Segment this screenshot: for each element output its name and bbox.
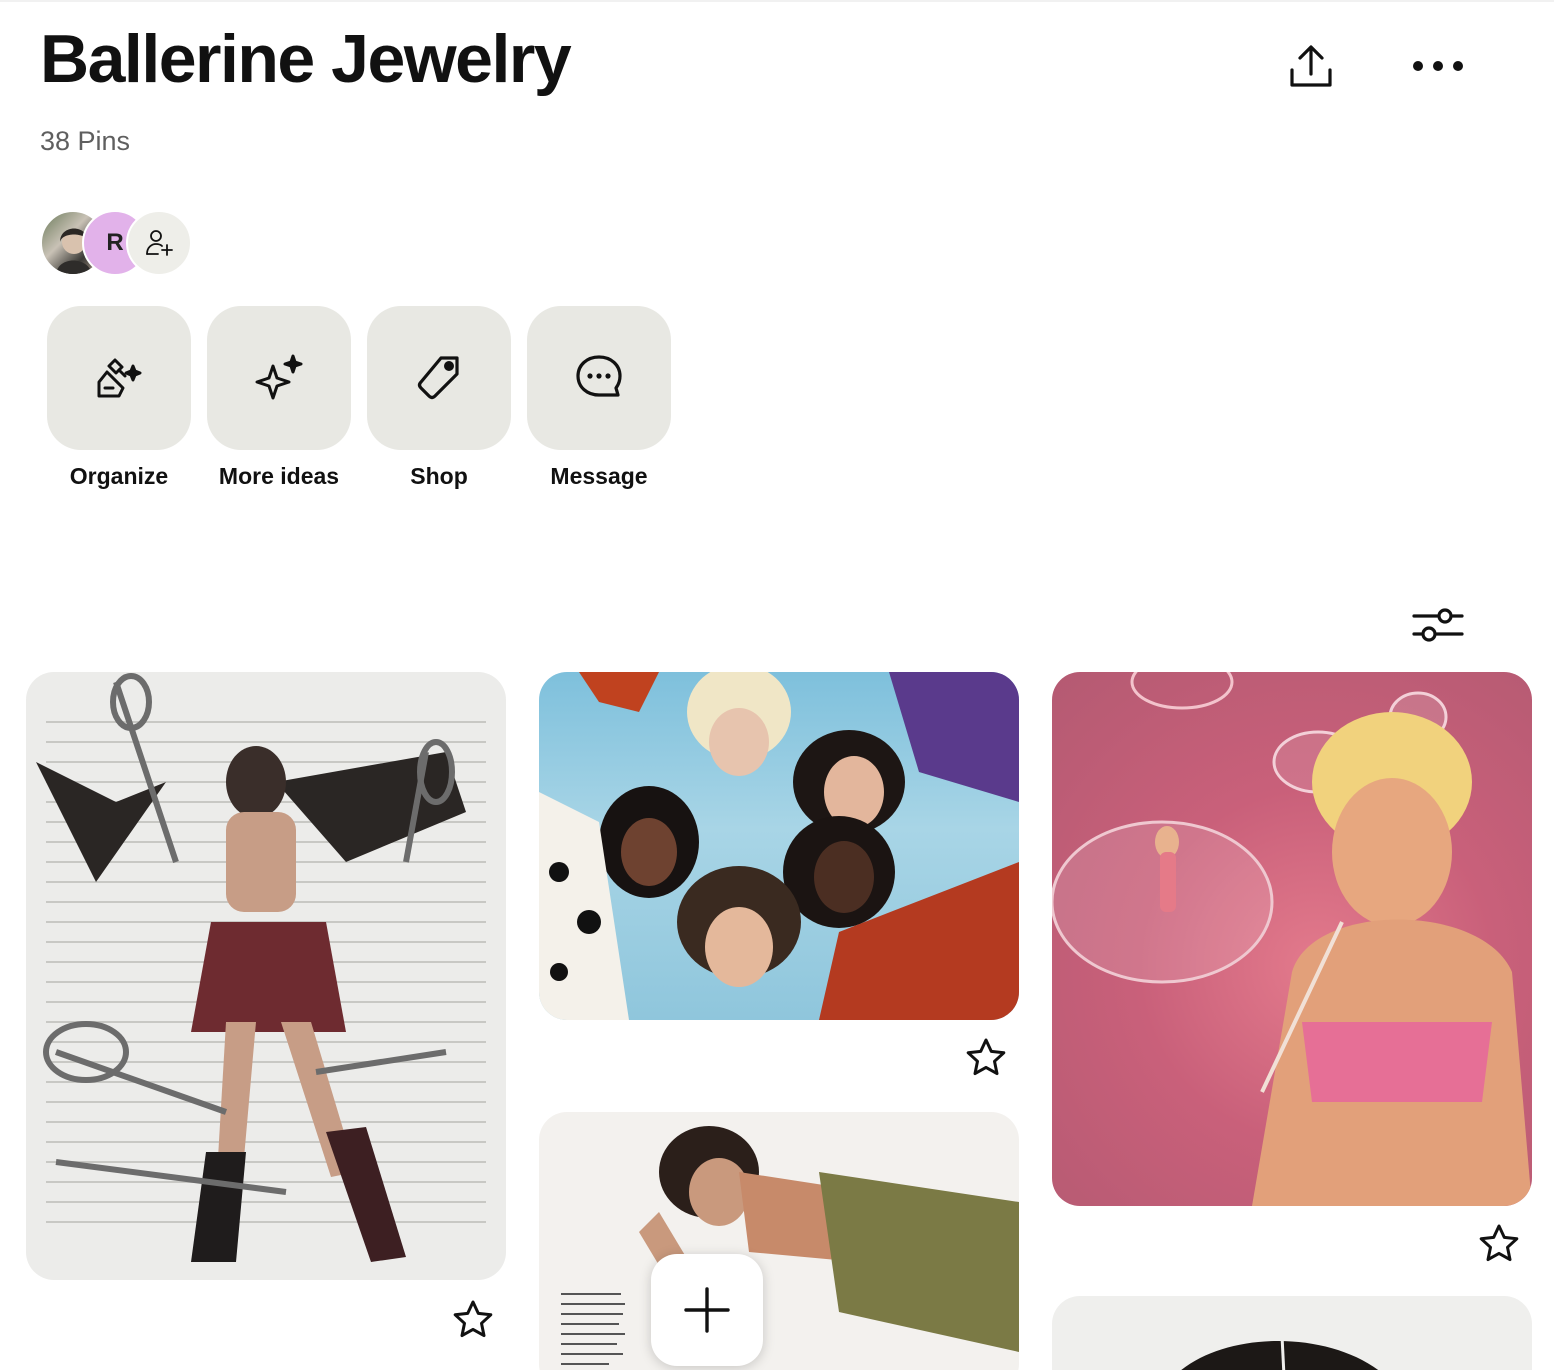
create-pin-button[interactable] [651, 1254, 763, 1366]
board-page: Ballerine Jewelry 38 Pins R Organize Mor… [0, 0, 1554, 1370]
tag-icon [413, 352, 465, 404]
top-divider [0, 0, 1554, 2]
avatar-initial: R [106, 229, 124, 256]
star-icon [964, 1036, 1008, 1080]
collaborators: R [40, 210, 200, 276]
more-ideas-tile[interactable] [207, 306, 351, 450]
pink-bubbles-pin[interactable] [1052, 672, 1532, 1206]
message-tile[interactable] [527, 306, 671, 450]
pin-count: 38 Pins [40, 126, 131, 156]
shop-tile[interactable] [367, 306, 511, 450]
collage-pin-safety-pins[interactable] [26, 672, 506, 1280]
save-pin-star-button[interactable] [964, 1036, 1008, 1080]
plus-icon [683, 1286, 731, 1334]
organize-tile[interactable] [47, 306, 191, 450]
share-button[interactable] [1281, 36, 1341, 96]
more-ideas-action[interactable]: More ideas [207, 306, 351, 490]
organize-label: Organize [69, 463, 169, 489]
add-collaborator-button[interactable] [126, 210, 192, 276]
share-icon [1285, 40, 1337, 92]
broom-sparkle-icon [93, 352, 145, 404]
chat-bubble-icon [573, 352, 625, 404]
more-icon [1410, 56, 1466, 76]
star-icon [1477, 1222, 1521, 1266]
save-pin-star-button[interactable] [451, 1298, 495, 1342]
star-icon [451, 1298, 495, 1342]
board-title: Ballerine Jewelry [40, 21, 572, 97]
group-portrait-pin[interactable] [539, 672, 1019, 1020]
sparkle-icon [253, 352, 305, 404]
shop-label: Shop [410, 463, 468, 489]
more-ideas-label: More ideas [218, 463, 340, 489]
message-label: Message [550, 463, 648, 489]
message-action[interactable]: Message [527, 306, 671, 490]
filter-button[interactable] [1408, 594, 1468, 654]
portrait-pin[interactable] [1052, 1296, 1532, 1370]
more-options-button[interactable] [1408, 36, 1468, 96]
organize-action[interactable]: Organize [47, 306, 191, 490]
shop-action[interactable]: Shop [367, 306, 511, 490]
sliders-icon [1411, 602, 1465, 646]
save-pin-star-button[interactable] [1477, 1222, 1521, 1266]
add-person-icon [144, 228, 174, 258]
magazine-pin[interactable] [539, 1112, 1019, 1370]
